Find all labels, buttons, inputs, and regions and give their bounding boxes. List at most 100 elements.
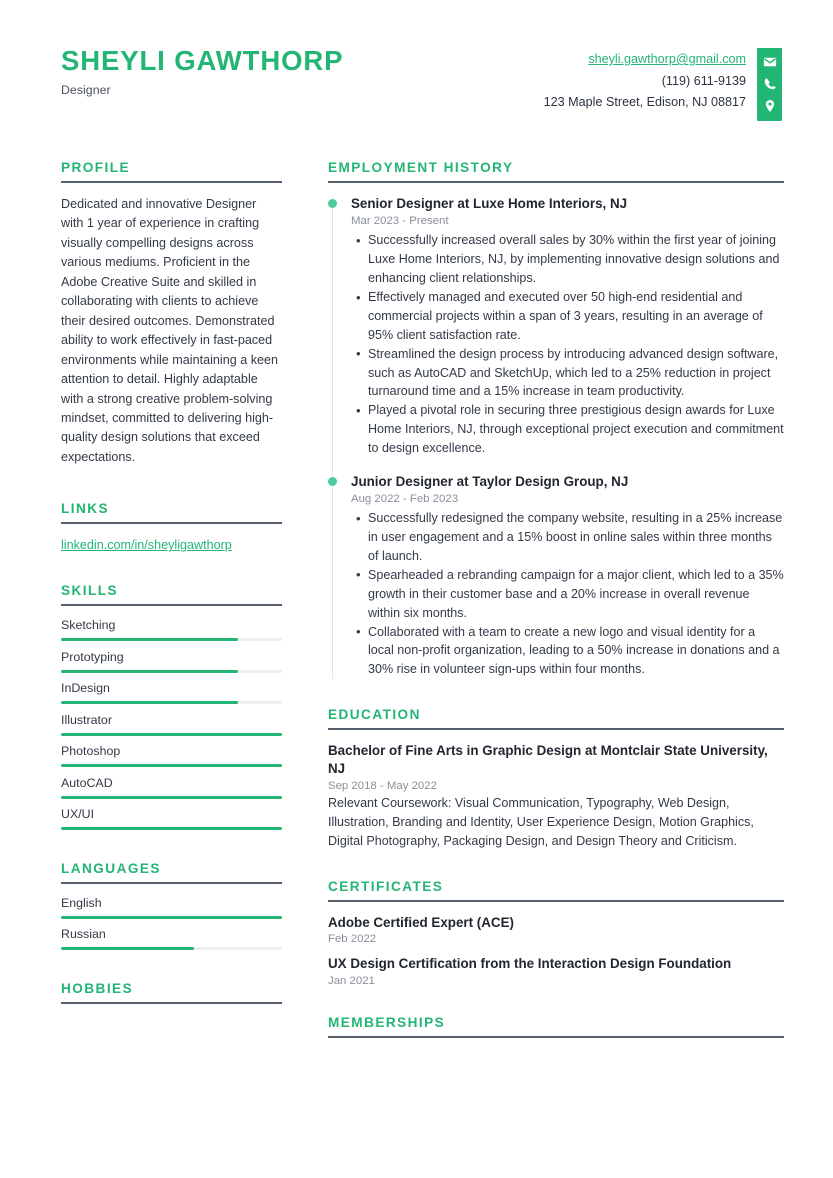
employment-bullet: Played a pivotal role in securing three …	[356, 401, 784, 458]
skill-level-fill	[61, 764, 282, 768]
skill-item: InDesign	[61, 681, 282, 705]
language-item: English	[61, 896, 282, 919]
skill-level-fill	[61, 701, 238, 705]
skill-level-fill	[61, 795, 282, 799]
language-label: Russian	[61, 927, 106, 942]
left-column: PROFILE Dedicated and innovative Designe…	[61, 160, 282, 1016]
section-title-links: LINKS	[61, 501, 110, 517]
contact-phone: (119) 611-9139	[661, 73, 746, 88]
section-rule	[61, 522, 282, 525]
employment-timeline: Senior Designer at Luxe Home Interiors, …	[328, 195, 784, 680]
section-skills: SKILLS Sketching Prototyping InDesign Illus…	[61, 583, 282, 831]
skill-label: Sketching	[61, 618, 116, 633]
skill-level-track	[61, 701, 282, 705]
section-title-memberships: MEMBERSHIPS	[328, 1015, 446, 1031]
section-title-skills: SKILLS	[61, 583, 119, 599]
skill-level-fill	[61, 638, 238, 642]
location-pin-icon	[763, 99, 777, 113]
language-level-fill	[61, 915, 282, 919]
skill-item: Prototyping	[61, 650, 282, 673]
education-entry: Bachelor of Fine Arts in Graphic Design …	[328, 742, 784, 850]
skill-item: AutoCAD	[61, 776, 282, 799]
section-title-languages: LANGUAGES	[61, 860, 161, 876]
language-level-track	[61, 915, 282, 919]
skill-level-track	[61, 795, 282, 799]
education-description: Relevant Coursework: Visual Communicatio…	[328, 795, 754, 848]
skill-label: Photoshop	[61, 744, 121, 759]
contact-icon-bar	[757, 48, 782, 121]
section-rule	[61, 881, 282, 884]
certificate-date: Jan 2021	[328, 975, 375, 988]
section-languages: LANGUAGES English Russian	[61, 861, 282, 951]
section-title-employment: EMPLOYMENT HISTORY	[328, 160, 514, 175]
skills-list: Sketching Prototyping InDesign Illustrator P…	[61, 618, 282, 831]
skill-item: Photoshop	[61, 744, 282, 768]
employment-date: Mar 2023 - Present	[351, 215, 449, 228]
section-rule	[61, 181, 282, 183]
section-rule	[328, 728, 784, 731]
education-date: Sep 2018 - May 2022	[328, 779, 437, 792]
skill-level-fill	[61, 732, 282, 736]
languages-list: English Russian	[61, 896, 282, 951]
profile-text: Dedicated and innovative Designer with 1…	[61, 197, 279, 464]
certificate-entry: Adobe Certified Expert (ACE) Feb 2022	[328, 914, 784, 946]
skill-label: Illustrator	[61, 712, 112, 727]
section-title-hobbies: HOBBIES	[61, 980, 134, 996]
envelope-icon	[763, 55, 777, 69]
section-education: EDUCATION Bachelor of Fine Arts in Graph…	[328, 707, 784, 850]
employment-bullet-list: Successfully increased overall sales by …	[351, 231, 784, 458]
employment-date: Aug 2022 - Feb 2023	[351, 493, 459, 506]
timeline-dot-icon	[328, 476, 337, 486]
skill-level-track	[61, 732, 282, 736]
contact-address: 123 Maple Street, Edison, NJ 08817	[543, 95, 746, 110]
language-label: English	[61, 895, 102, 910]
certificates-list: Adobe Certified Expert (ACE) Feb 2022 UX D…	[328, 914, 784, 988]
employment-bullet-list: Successfully redesigned the company webs…	[351, 509, 784, 679]
section-rule	[328, 181, 784, 183]
contact-details: sheyli.gawthorp@gmail.com (119) 611-9139…	[544, 48, 757, 114]
skill-level-track	[61, 669, 282, 673]
skill-label: InDesign	[61, 681, 110, 696]
section-title-profile: PROFILE	[61, 160, 131, 175]
education-degree: Bachelor of Fine Arts in Graphic Design …	[328, 743, 768, 777]
employment-entry: Junior Designer at Taylor Design Group, …	[328, 473, 784, 679]
skill-label: AutoCAD	[61, 775, 113, 790]
section-links: LINKS linkedin.com/in/sheyligawthorp	[61, 501, 282, 555]
section-rule	[328, 1036, 784, 1039]
contact-email[interactable]: sheyli.gawthorp@gmail.com	[544, 49, 746, 71]
language-level-fill	[61, 947, 194, 951]
skill-level-track	[61, 827, 282, 831]
skill-level-track	[61, 764, 282, 768]
skill-label: Prototyping	[61, 649, 124, 664]
certificate-name: UX Design Certification from the Interac…	[328, 956, 732, 972]
section-memberships: MEMBERSHIPS	[328, 1015, 784, 1039]
link-linkedin[interactable]: linkedin.com/in/sheyligawthorp	[61, 538, 232, 552]
skill-item: Sketching	[61, 618, 282, 642]
employment-bullet: Successfully redesigned the company webs…	[356, 509, 784, 566]
skill-level-fill	[61, 827, 282, 831]
employment-bullet: Effectively managed and executed over 50…	[356, 288, 784, 345]
section-rule	[61, 1001, 282, 1004]
phone-icon	[763, 77, 777, 91]
section-employment-history: EMPLOYMENT HISTORY Senior Designer at Lu…	[328, 160, 784, 680]
resume-page: SHEYLI GAWTHORP Designer sheyli.gawthorp…	[0, 0, 833, 1178]
timeline-dot-icon	[328, 199, 337, 208]
employment-bullet: Successfully increased overall sales by …	[356, 231, 784, 288]
skill-item: Illustrator	[61, 713, 282, 736]
employment-bullet: Streamlined the design process by introd…	[356, 344, 784, 402]
certificate-entry: UX Design Certification from the Interac…	[328, 955, 784, 987]
section-rule	[328, 899, 784, 902]
certificate-name: Adobe Certified Expert (ACE)	[328, 914, 514, 930]
skill-item: UX/UI	[61, 807, 282, 831]
skill-level-track	[61, 638, 282, 642]
employment-role: Junior Designer at Taylor Design Group, …	[351, 473, 629, 489]
skill-level-fill	[61, 669, 238, 673]
skill-label: UX/UI	[61, 807, 95, 822]
language-level-track	[61, 947, 282, 951]
employment-role: Senior Designer at Luxe Home Interiors, …	[351, 196, 628, 211]
